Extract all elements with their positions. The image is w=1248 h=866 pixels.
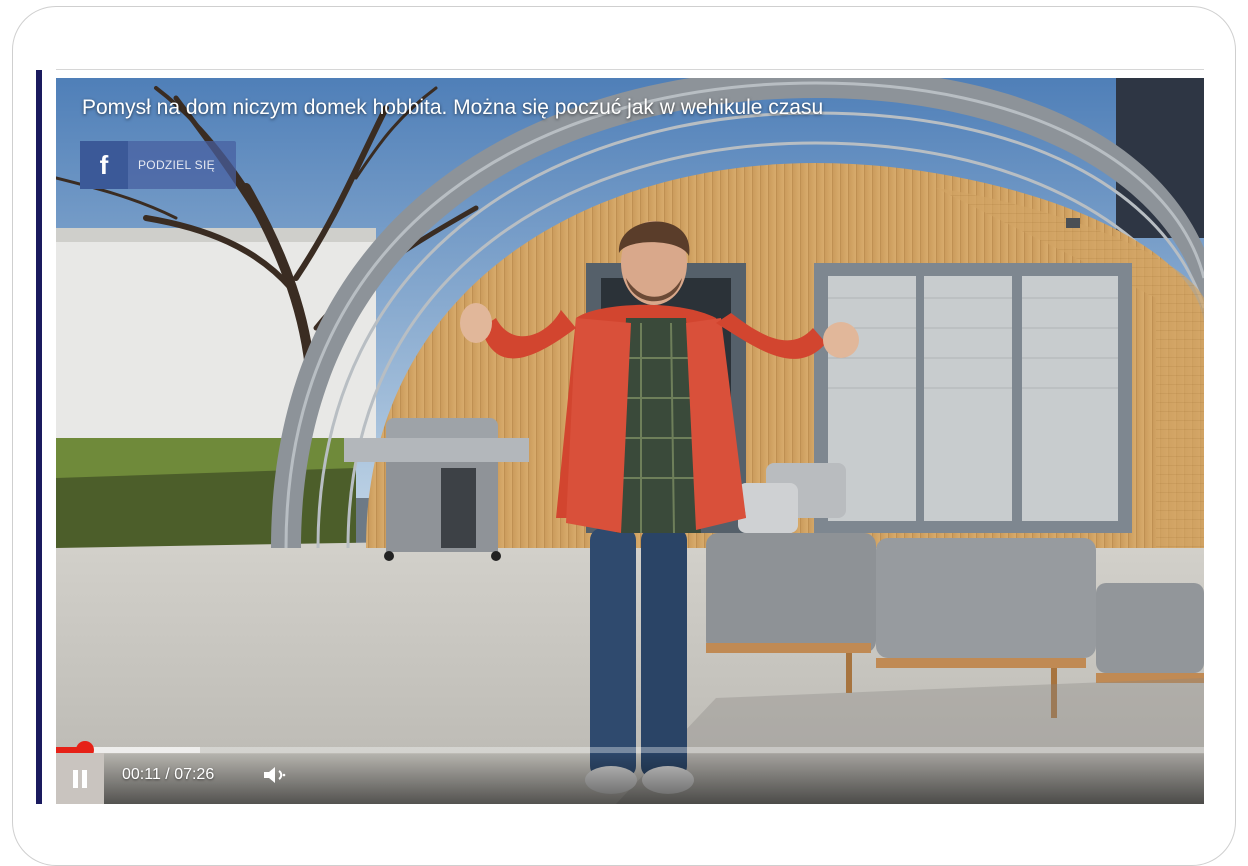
share-label: PODZIEL SIĘ [138, 158, 215, 172]
progress-bar[interactable] [56, 741, 1204, 759]
left-accent-bar [36, 70, 42, 804]
control-bar [56, 754, 1204, 804]
time-display: 00:11 / 07:26 [122, 766, 215, 783]
video-title: Pomysł na dom niczym domek hobbita. Możn… [82, 96, 824, 119]
pause-button[interactable] [56, 753, 104, 804]
video-player[interactable]: Pomysł na dom niczym domek hobbita. Możn… [56, 78, 1204, 804]
facebook-share-button[interactable]: f PODZIEL SIĘ [80, 141, 236, 189]
facebook-icon: f [80, 141, 128, 189]
divider [56, 69, 1204, 70]
volume-icon[interactable] [262, 764, 292, 786]
pause-icon [71, 769, 89, 788]
